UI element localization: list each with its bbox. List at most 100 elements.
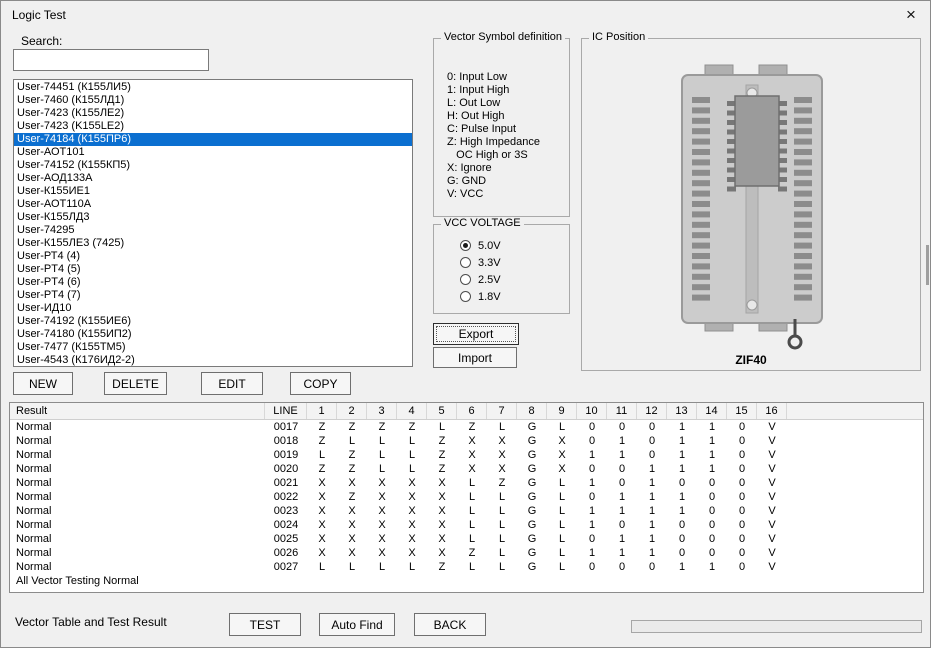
- vcc-option-label: 1.8V: [478, 291, 501, 303]
- device-list-item[interactable]: User-74295: [14, 224, 412, 237]
- back-button[interactable]: BACK: [414, 613, 486, 636]
- test-button[interactable]: TEST: [229, 613, 301, 636]
- pin-cell: X: [547, 448, 577, 462]
- table-header-cell[interactable]: 7: [487, 403, 517, 419]
- table-row[interactable]: Normal0019LZLLZXXGX110110V: [10, 448, 923, 462]
- pin-cell: Z: [367, 420, 397, 434]
- table-header-cell[interactable]: 4: [397, 403, 427, 419]
- table-header-cell[interactable]: 2: [337, 403, 367, 419]
- pin-cell: L: [547, 476, 577, 490]
- table-header-cell[interactable]: Result: [10, 403, 265, 419]
- result-cell: Normal: [10, 504, 265, 518]
- pin-cell: 1: [697, 420, 727, 434]
- list-scrollbar[interactable]: [926, 245, 929, 285]
- table-header-cell[interactable]: 15: [727, 403, 757, 419]
- table-row[interactable]: Normal0018ZLLLZXXGX010110V: [10, 434, 923, 448]
- pin-cell: X: [307, 546, 337, 560]
- table-header-cell[interactable]: 1: [307, 403, 337, 419]
- device-list-item[interactable]: User-К155ЛД3: [14, 211, 412, 224]
- result-table-body: Normal0017ZZZZLZLGL000110VNormal0018ZLLL…: [10, 420, 923, 588]
- device-list-item[interactable]: User-7423 (К155ЛЕ2): [14, 107, 412, 120]
- device-list-item[interactable]: User-4543 (К176ИД2-2): [14, 354, 412, 367]
- table-header-cell[interactable]: 5: [427, 403, 457, 419]
- progress-bar: [631, 620, 922, 633]
- table-row[interactable]: Normal0022XZXXXLLGL011100V: [10, 490, 923, 504]
- result-cell: Normal: [10, 490, 265, 504]
- pin-cell: 0: [637, 560, 667, 574]
- table-row[interactable]: Normal0024XXXXXLLGL101000V: [10, 518, 923, 532]
- pin-cell: 1: [697, 462, 727, 476]
- table-header-cell[interactable]: 16: [757, 403, 787, 419]
- title-bar[interactable]: Logic Test ×: [1, 1, 930, 29]
- table-header-cell[interactable]: 13: [667, 403, 697, 419]
- pin-cell: X: [427, 518, 457, 532]
- device-list-item[interactable]: User-74152 (К155КП5): [14, 159, 412, 172]
- device-list-item[interactable]: User-АОТ110А: [14, 198, 412, 211]
- copy-button[interactable]: COPY: [290, 372, 351, 395]
- pin-cell: 0: [637, 434, 667, 448]
- table-header-cell[interactable]: 3: [367, 403, 397, 419]
- pin-cell: L: [457, 518, 487, 532]
- delete-button[interactable]: DELETE: [104, 372, 167, 395]
- pin-cell: X: [457, 434, 487, 448]
- vcc-option[interactable]: 5.0V: [460, 237, 501, 254]
- new-button[interactable]: NEW: [13, 372, 73, 395]
- device-list-item[interactable]: User-PT4 (6): [14, 276, 412, 289]
- device-list-item[interactable]: User-7460 (К155ЛД1): [14, 94, 412, 107]
- device-list-item[interactable]: User-74184 (К155ПР6): [14, 133, 412, 146]
- edit-button[interactable]: EDIT: [201, 372, 263, 395]
- device-list-item[interactable]: User-74192 (К155ИЕ6): [14, 315, 412, 328]
- device-list[interactable]: User-74451 (К155ЛИ5)User-7460 (К155ЛД1)U…: [13, 79, 413, 367]
- device-list-item[interactable]: User-PT4 (7): [14, 289, 412, 302]
- vector-symbol-group-title: Vector Symbol definition: [441, 31, 565, 43]
- pin-cell: G: [517, 448, 547, 462]
- pin-cell: G: [517, 490, 547, 504]
- pin-cell: Z: [307, 462, 337, 476]
- device-list-item[interactable]: User-К155ИЕ1: [14, 185, 412, 198]
- table-row[interactable]: Normal0023XXXXXLLGL111100V: [10, 504, 923, 518]
- table-header-cell[interactable]: 8: [517, 403, 547, 419]
- result-cell: Normal: [10, 434, 265, 448]
- pin-cell: L: [487, 560, 517, 574]
- close-icon[interactable]: ×: [898, 4, 924, 26]
- line-cell: 0020: [265, 462, 307, 476]
- table-header-cell[interactable]: 6: [457, 403, 487, 419]
- table-row[interactable]: Normal0017ZZZZLZLGL000110V: [10, 420, 923, 434]
- vcc-option[interactable]: 3.3V: [460, 254, 501, 271]
- import-button[interactable]: Import: [433, 347, 517, 368]
- vcc-option[interactable]: 2.5V: [460, 271, 501, 288]
- vcc-option[interactable]: 1.8V: [460, 288, 501, 305]
- table-row[interactable]: Normal0027LLLLZLLGL000110V: [10, 560, 923, 574]
- pin-cell: 0: [577, 532, 607, 546]
- device-list-item[interactable]: User-7477 (К155ТМ5): [14, 341, 412, 354]
- radio-icon: [460, 240, 471, 251]
- device-list-item[interactable]: User-7423 (K155LE2): [14, 120, 412, 133]
- search-input[interactable]: [13, 49, 209, 71]
- table-header-cell[interactable]: 9: [547, 403, 577, 419]
- device-list-item[interactable]: User-ИД10: [14, 302, 412, 315]
- pin-cell: 1: [637, 546, 667, 560]
- table-header-cell[interactable]: 14: [697, 403, 727, 419]
- table-row[interactable]: Normal0020ZZLLZXXGX001110V: [10, 462, 923, 476]
- table-header-cell[interactable]: LINE: [265, 403, 307, 419]
- export-button[interactable]: Export: [433, 323, 519, 345]
- device-list-item[interactable]: User-РТ4 (4): [14, 250, 412, 263]
- device-list-item[interactable]: User-PT4 (5): [14, 263, 412, 276]
- device-list-item[interactable]: User-К155ЛЕ3 (7425): [14, 237, 412, 250]
- device-list-item[interactable]: User-АОД133А: [14, 172, 412, 185]
- table-header-cell[interactable]: 12: [637, 403, 667, 419]
- pin-cell: V: [757, 434, 787, 448]
- table-row[interactable]: Normal0021XXXXXLZGL101000V: [10, 476, 923, 490]
- pin-cell: X: [337, 476, 367, 490]
- device-list-item[interactable]: User-АОТ101: [14, 146, 412, 159]
- auto-find-button[interactable]: Auto Find: [319, 613, 395, 636]
- table-header-cell[interactable]: 11: [607, 403, 637, 419]
- table-row[interactable]: Normal0026XXXXXZLGL111000V: [10, 546, 923, 560]
- pin-cell: 0: [727, 490, 757, 504]
- table-header-cell[interactable]: 10: [577, 403, 607, 419]
- vector-symbol-group: Vector Symbol definition 0: Input Low1: …: [433, 38, 570, 217]
- device-list-item[interactable]: User-74451 (К155ЛИ5): [14, 81, 412, 94]
- device-list-item[interactable]: User-74180 (К155ИП2): [14, 328, 412, 341]
- table-row[interactable]: Normal0025XXXXXLLGL011000V: [10, 532, 923, 546]
- pin-cell: Z: [397, 420, 427, 434]
